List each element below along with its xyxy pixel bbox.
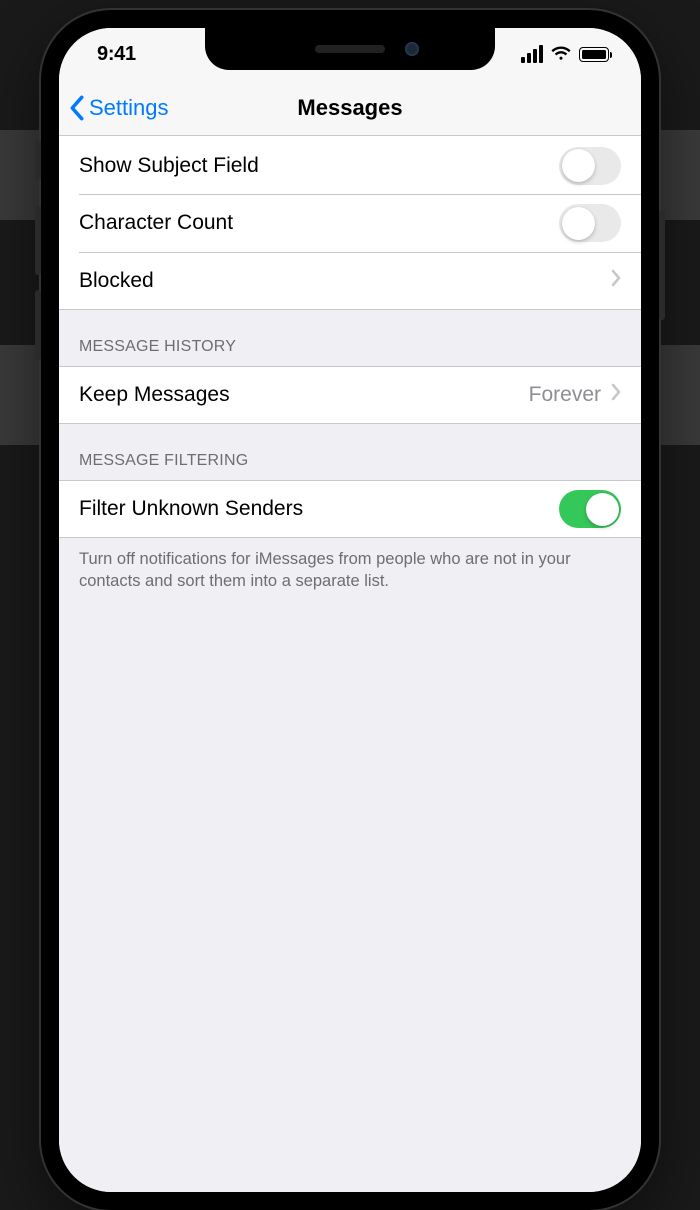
- page-title: Messages: [297, 95, 402, 121]
- toggle-character-count[interactable]: [559, 204, 621, 242]
- settings-group: Keep Messages Forever: [59, 366, 641, 424]
- section-header-message-filtering: MESSAGE FILTERING: [59, 424, 641, 480]
- row-filter-unknown-senders[interactable]: Filter Unknown Senders: [59, 480, 641, 538]
- power-button: [659, 210, 665, 320]
- settings-group: Show Subject Field Character Count Block…: [59, 136, 641, 310]
- speaker-grille: [315, 45, 385, 53]
- status-icons: [521, 43, 609, 66]
- section-footer-message-filtering: Turn off notifications for iMessages fro…: [59, 538, 641, 621]
- section-header-message-history: MESSAGE HISTORY: [59, 310, 641, 366]
- chevron-right-icon: [611, 269, 621, 293]
- status-time: 9:41: [97, 43, 136, 66]
- mute-switch: [35, 140, 41, 180]
- row-character-count[interactable]: Character Count: [59, 194, 641, 252]
- screen: 9:41 Settings Messages: [59, 28, 641, 1192]
- toggle-filter-unknown-senders[interactable]: [559, 490, 621, 528]
- row-label: Show Subject Field: [79, 154, 259, 178]
- volume-up-button: [35, 205, 41, 275]
- back-label: Settings: [89, 95, 169, 121]
- row-show-subject-field[interactable]: Show Subject Field: [59, 136, 641, 194]
- volume-down-button: [35, 290, 41, 360]
- row-blocked[interactable]: Blocked: [59, 252, 641, 310]
- front-camera: [405, 42, 419, 56]
- settings-group: Filter Unknown Senders: [59, 480, 641, 538]
- chevron-left-icon: [69, 95, 85, 121]
- chevron-right-icon: [611, 383, 621, 407]
- row-keep-messages[interactable]: Keep Messages Forever: [59, 366, 641, 424]
- battery-icon: [579, 47, 609, 62]
- row-label: Filter Unknown Senders: [79, 497, 303, 521]
- row-label: Keep Messages: [79, 383, 230, 407]
- back-button[interactable]: Settings: [69, 95, 169, 121]
- phone-frame: 9:41 Settings Messages: [41, 10, 659, 1210]
- notch: [205, 28, 495, 70]
- settings-content[interactable]: Show Subject Field Character Count Block…: [59, 136, 641, 1192]
- row-label: Character Count: [79, 211, 233, 235]
- toggle-show-subject-field[interactable]: [559, 147, 621, 185]
- row-label: Blocked: [79, 269, 154, 293]
- wifi-icon: [550, 43, 572, 66]
- navigation-bar: Settings Messages: [59, 80, 641, 136]
- cellular-signal-icon: [521, 45, 543, 63]
- row-value: Forever: [529, 383, 601, 407]
